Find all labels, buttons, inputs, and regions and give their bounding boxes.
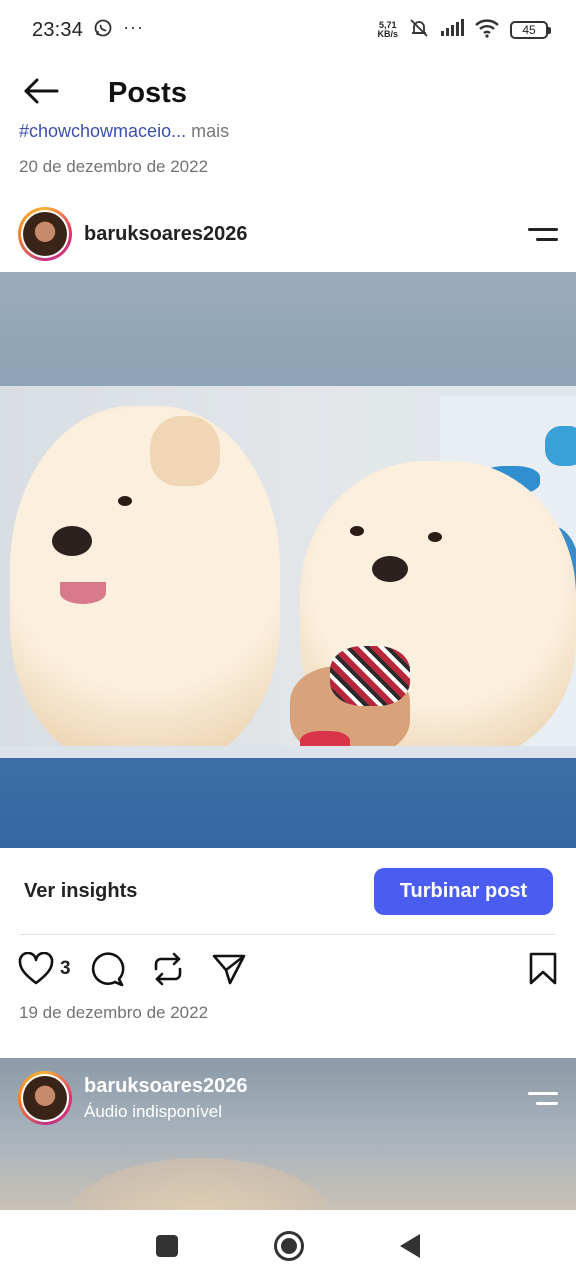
recents-button[interactable] bbox=[156, 1235, 178, 1257]
send-icon bbox=[212, 954, 245, 985]
post-actions: 3 bbox=[0, 944, 576, 994]
next-post-image bbox=[70, 1158, 330, 1210]
previous-post-caption: #chowchowmaceio... mais bbox=[19, 124, 229, 144]
whatsapp-icon bbox=[93, 18, 113, 43]
next-post-header: baruksoares2026 Áudio indisponível bbox=[0, 1067, 576, 1129]
next-post-menu-icon[interactable] bbox=[526, 1087, 558, 1109]
like-button[interactable]: 3 bbox=[18, 952, 71, 986]
post-date: 19 de dezembro de 2022 bbox=[19, 1003, 209, 1022]
view-insights-link[interactable]: Ver insights bbox=[24, 880, 137, 903]
back-button[interactable] bbox=[22, 76, 60, 111]
caption-hashtag[interactable]: #chowchowmaceio... bbox=[19, 124, 186, 141]
signal-icon bbox=[440, 18, 464, 42]
app-header: Posts bbox=[0, 62, 576, 124]
caption-more-link[interactable]: mais bbox=[191, 124, 229, 141]
profile-photo bbox=[23, 212, 67, 256]
audio-unavailable-label: Áudio indisponível bbox=[84, 1101, 222, 1121]
home-icon bbox=[281, 1238, 297, 1254]
post-menu-icon[interactable] bbox=[526, 223, 558, 245]
system-nav-bar bbox=[0, 1212, 576, 1280]
comment-button[interactable] bbox=[89, 951, 125, 987]
home-button[interactable] bbox=[274, 1231, 304, 1261]
boost-post-button[interactable]: Turbinar post bbox=[374, 867, 553, 915]
back-nav-button[interactable] bbox=[400, 1234, 420, 1258]
like-count[interactable]: 3 bbox=[60, 958, 71, 980]
arrow-left-icon bbox=[24, 78, 59, 103]
share-button[interactable] bbox=[211, 951, 247, 987]
insights-row: Ver insights Turbinar post bbox=[0, 862, 576, 920]
status-time: 23:34 bbox=[32, 18, 84, 41]
heart-icon bbox=[18, 952, 54, 985]
battery-indicator: 45 bbox=[510, 21, 551, 39]
comment-icon bbox=[91, 952, 124, 987]
network-speed: 5,71 KB/s bbox=[377, 21, 398, 39]
page-title: Posts bbox=[108, 76, 187, 109]
next-profile-photo bbox=[23, 1076, 67, 1120]
next-post-username[interactable]: baruksoares2026 bbox=[84, 1075, 247, 1098]
divider bbox=[19, 934, 556, 935]
next-post[interactable]: baruksoares2026 Áudio indisponível bbox=[0, 1058, 576, 1210]
previous-post-date: 20 de dezembro de 2022 bbox=[19, 157, 209, 176]
post-header: baruksoares2026 bbox=[0, 203, 576, 265]
status-bar: 23:34 ··· 5,71 KB/s 45 bbox=[0, 0, 576, 60]
post-username[interactable]: baruksoares2026 bbox=[84, 223, 247, 246]
save-button[interactable] bbox=[528, 952, 558, 986]
puppies-photo bbox=[0, 386, 576, 758]
wifi-icon bbox=[474, 18, 500, 43]
repost-icon bbox=[154, 952, 181, 986]
network-speed-unit: KB/s bbox=[377, 29, 398, 39]
silent-bell-icon bbox=[408, 17, 430, 44]
repost-button[interactable] bbox=[151, 951, 185, 987]
image-top-band bbox=[0, 272, 576, 386]
bookmark-icon bbox=[529, 952, 557, 985]
avatar[interactable] bbox=[18, 207, 72, 261]
post-image[interactable] bbox=[0, 272, 576, 848]
more-notifications-icon: ··· bbox=[123, 16, 145, 37]
next-post-avatar[interactable] bbox=[18, 1071, 72, 1125]
image-bottom-band bbox=[0, 758, 576, 848]
